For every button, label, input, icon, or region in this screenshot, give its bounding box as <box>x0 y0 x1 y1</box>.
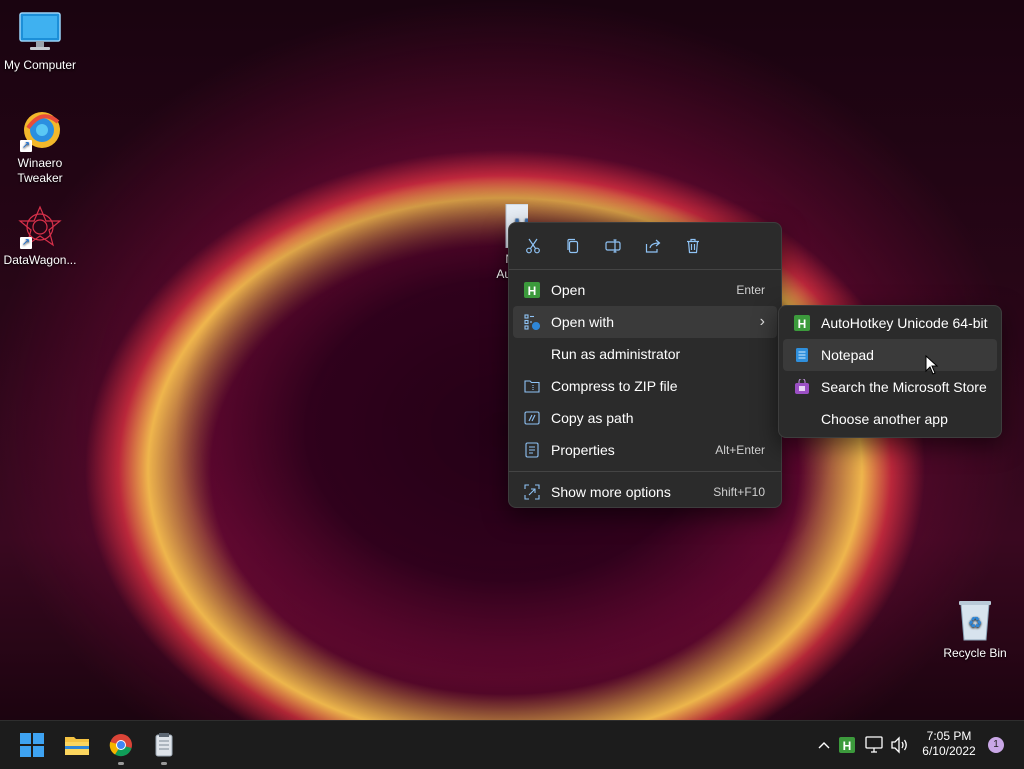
menu-item-properties[interactable]: Properties Alt+Enter <box>513 434 777 466</box>
menu-item-label: Run as administrator <box>551 346 681 362</box>
share-icon[interactable] <box>643 236 663 256</box>
rename-icon[interactable] <box>603 236 623 256</box>
datawagon-icon: ↗ <box>18 205 62 249</box>
notepad-app-icon <box>155 733 173 757</box>
menu-separator <box>509 471 781 472</box>
trash-icon[interactable] <box>683 236 703 256</box>
menu-item-compress-zip[interactable]: Compress to ZIP file <box>513 370 777 402</box>
running-indicator <box>118 762 124 765</box>
submenu-item-label: Notepad <box>821 347 874 363</box>
autohotkey-icon: H <box>523 281 541 299</box>
desktop-icon-label: Recycle Bin <box>943 646 1007 660</box>
copy-icon[interactable] <box>563 236 583 256</box>
copy-path-icon <box>523 409 541 427</box>
properties-icon <box>523 441 541 459</box>
file-explorer-icon <box>65 737 89 755</box>
chrome-icon <box>109 734 132 757</box>
menu-item-shortcut: Shift+F10 <box>713 485 765 499</box>
clock-date: 6/10/2022 <box>922 744 976 758</box>
microsoft-store-icon <box>793 378 811 396</box>
shortcut-arrow-icon: ↗ <box>20 237 32 249</box>
menu-item-label: Copy as path <box>551 410 634 426</box>
menu-item-label: Show more options <box>551 484 671 500</box>
menu-item-open[interactable]: H Open Enter <box>513 274 777 306</box>
submenu-item-label: AutoHotkey Unicode 64-bit <box>821 315 988 331</box>
menu-separator <box>509 269 781 270</box>
desktop-icon-recycle-bin[interactable]: ♻ Recycle Bin <box>935 598 1015 660</box>
start-icon <box>20 733 44 757</box>
notepad-icon <box>793 346 811 364</box>
menu-item-label: Open <box>551 282 586 298</box>
monitor-icon <box>18 10 62 54</box>
winaero-tweaker-icon: ↗ <box>18 108 62 152</box>
open-with-icon <box>523 313 541 331</box>
start-button[interactable] <box>16 729 48 761</box>
volume-icon[interactable] <box>890 736 910 759</box>
svg-text:♻: ♻ <box>968 613 982 632</box>
context-menu: H Open Enter Open with › Run as administ… <box>508 222 782 508</box>
submenu-item-autohotkey[interactable]: H AutoHotkey Unicode 64-bit <box>783 307 997 339</box>
svg-text:H: H <box>528 284 537 298</box>
menu-item-label: Properties <box>551 442 615 458</box>
taskbar-file-explorer[interactable] <box>61 729 93 761</box>
menu-item-copy-as-path[interactable]: Copy as path <box>513 402 777 434</box>
system-clock[interactable]: 7:05 PM 6/10/2022 <box>918 729 980 759</box>
chevron-right-icon: › <box>759 313 765 330</box>
taskbar: H 7:05 PM 6/10/2022 1 <box>0 720 1024 769</box>
clock-time: 7:05 PM <box>926 729 972 743</box>
menu-item-open-with[interactable]: Open with › <box>513 306 777 338</box>
taskbar-chrome[interactable] <box>105 729 137 765</box>
running-indicator <box>161 762 167 765</box>
submenu-item-label: Search the Microsoft Store <box>821 379 987 395</box>
menu-item-run-as-administrator[interactable]: Run as administrator <box>513 338 777 370</box>
taskbar-notepad[interactable] <box>148 729 180 765</box>
network-icon[interactable] <box>865 736 885 759</box>
zip-folder-icon <box>523 377 541 395</box>
menu-item-label: Compress to ZIP file <box>551 378 678 394</box>
show-more-options-icon <box>523 483 541 501</box>
recycle-bin-icon: ♻ <box>953 598 997 642</box>
scissors-icon[interactable] <box>523 236 543 256</box>
mouse-cursor-icon <box>925 354 939 380</box>
submenu-item-label: Choose another app <box>821 411 948 427</box>
svg-text:H: H <box>798 317 807 331</box>
svg-text:H: H <box>843 739 852 753</box>
menu-item-shortcut: Enter <box>736 283 765 297</box>
desktop-icon-winaero-tweaker[interactable]: ↗ Winaero Tweaker <box>0 108 80 186</box>
autohotkey-icon: H <box>793 314 811 332</box>
submenu-item-notepad[interactable]: Notepad <box>783 339 997 371</box>
shortcut-arrow-icon: ↗ <box>20 140 32 152</box>
chevron-up-icon[interactable] <box>815 735 833 755</box>
submenu-item-choose-another-app[interactable]: Choose another app <box>783 403 997 435</box>
desktop-icon-label: Winaero Tweaker <box>17 156 63 185</box>
submenu-item-microsoft-store[interactable]: Search the Microsoft Store <box>783 371 997 403</box>
desktop-icon-my-computer[interactable]: My Computer <box>0 10 80 72</box>
context-menu-toolbar <box>509 223 781 265</box>
desktop-icon-label: My Computer <box>3 58 77 72</box>
desktop-icon-datawagon[interactable]: ↗ DataWagon... <box>0 205 80 267</box>
menu-item-show-more-options[interactable]: Show more options Shift+F10 <box>513 476 777 508</box>
menu-item-shortcut: Alt+Enter <box>715 443 765 457</box>
menu-item-label: Open with <box>551 314 615 330</box>
notification-badge[interactable]: 1 <box>988 737 1004 753</box>
tray-autohotkey-icon[interactable]: H <box>839 737 855 758</box>
desktop-icon-label: DataWagon... <box>3 253 77 267</box>
open-with-submenu: H AutoHotkey Unicode 64-bit Notepad Sear… <box>778 305 1002 438</box>
